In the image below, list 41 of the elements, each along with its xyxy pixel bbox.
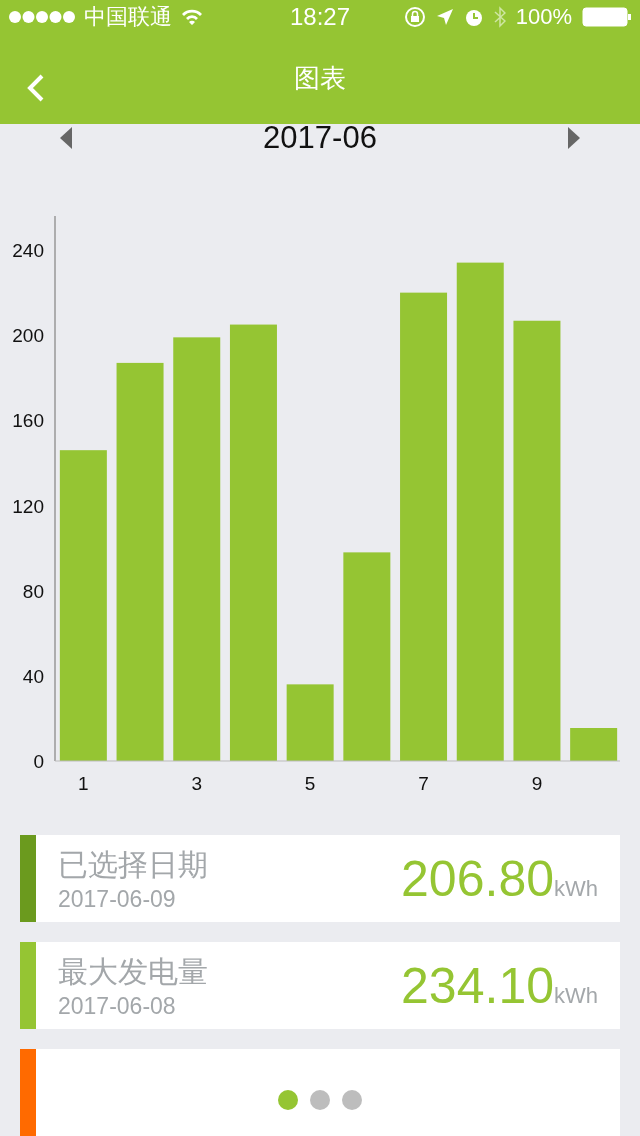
y-axis-label: 240 <box>12 240 44 262</box>
battery-percentage: 100% <box>515 3 572 30</box>
wifi-icon <box>180 7 204 26</box>
month-label: 2017-06 <box>263 120 377 157</box>
bar[interactable] <box>570 728 618 762</box>
clock-time: 18:27 <box>289 2 351 31</box>
location-arrow-icon <box>435 7 454 26</box>
x-axis-label: 9 <box>531 773 543 795</box>
energy-value: 206.80 <box>401 849 554 908</box>
bluetooth-icon <box>493 5 506 28</box>
x-axis-label: 1 <box>78 773 89 795</box>
energy-value: 234.10 <box>401 956 554 1015</box>
bar[interactable] <box>400 292 448 762</box>
card-date: 2017-06-08 <box>58 992 177 1020</box>
bar[interactable] <box>59 450 107 762</box>
x-axis-label: 3 <box>191 773 203 795</box>
card-title: 最大发电量 <box>58 953 209 990</box>
signal-icon <box>8 9 76 24</box>
carrier-name: 中国联通 <box>84 2 172 31</box>
y-axis-label: 160 <box>12 410 44 432</box>
energy-unit: kWh <box>554 982 598 1009</box>
card-title: 已选择日期 <box>58 846 209 883</box>
bar[interactable] <box>456 262 504 762</box>
bar[interactable] <box>286 684 334 762</box>
x-axis-label: 7 <box>418 773 429 795</box>
screen-title: 图表 <box>294 62 346 96</box>
battery-icon <box>582 6 632 27</box>
bar[interactable] <box>343 552 391 762</box>
y-axis-label: 80 <box>22 580 44 602</box>
y-axis-label: 0 <box>33 751 44 773</box>
energy-unit: kWh <box>554 875 598 902</box>
rotation-lock-icon <box>403 5 426 28</box>
y-axis-label: 120 <box>12 495 44 517</box>
x-axis-label: 5 <box>304 773 316 795</box>
bar[interactable] <box>173 337 221 762</box>
y-axis-label: 40 <box>22 666 44 688</box>
bar[interactable] <box>229 324 277 762</box>
y-axis-label: 200 <box>12 325 44 347</box>
bar[interactable] <box>116 363 164 762</box>
card-date: 2017-06-09 <box>58 885 177 913</box>
bar[interactable] <box>513 320 561 762</box>
